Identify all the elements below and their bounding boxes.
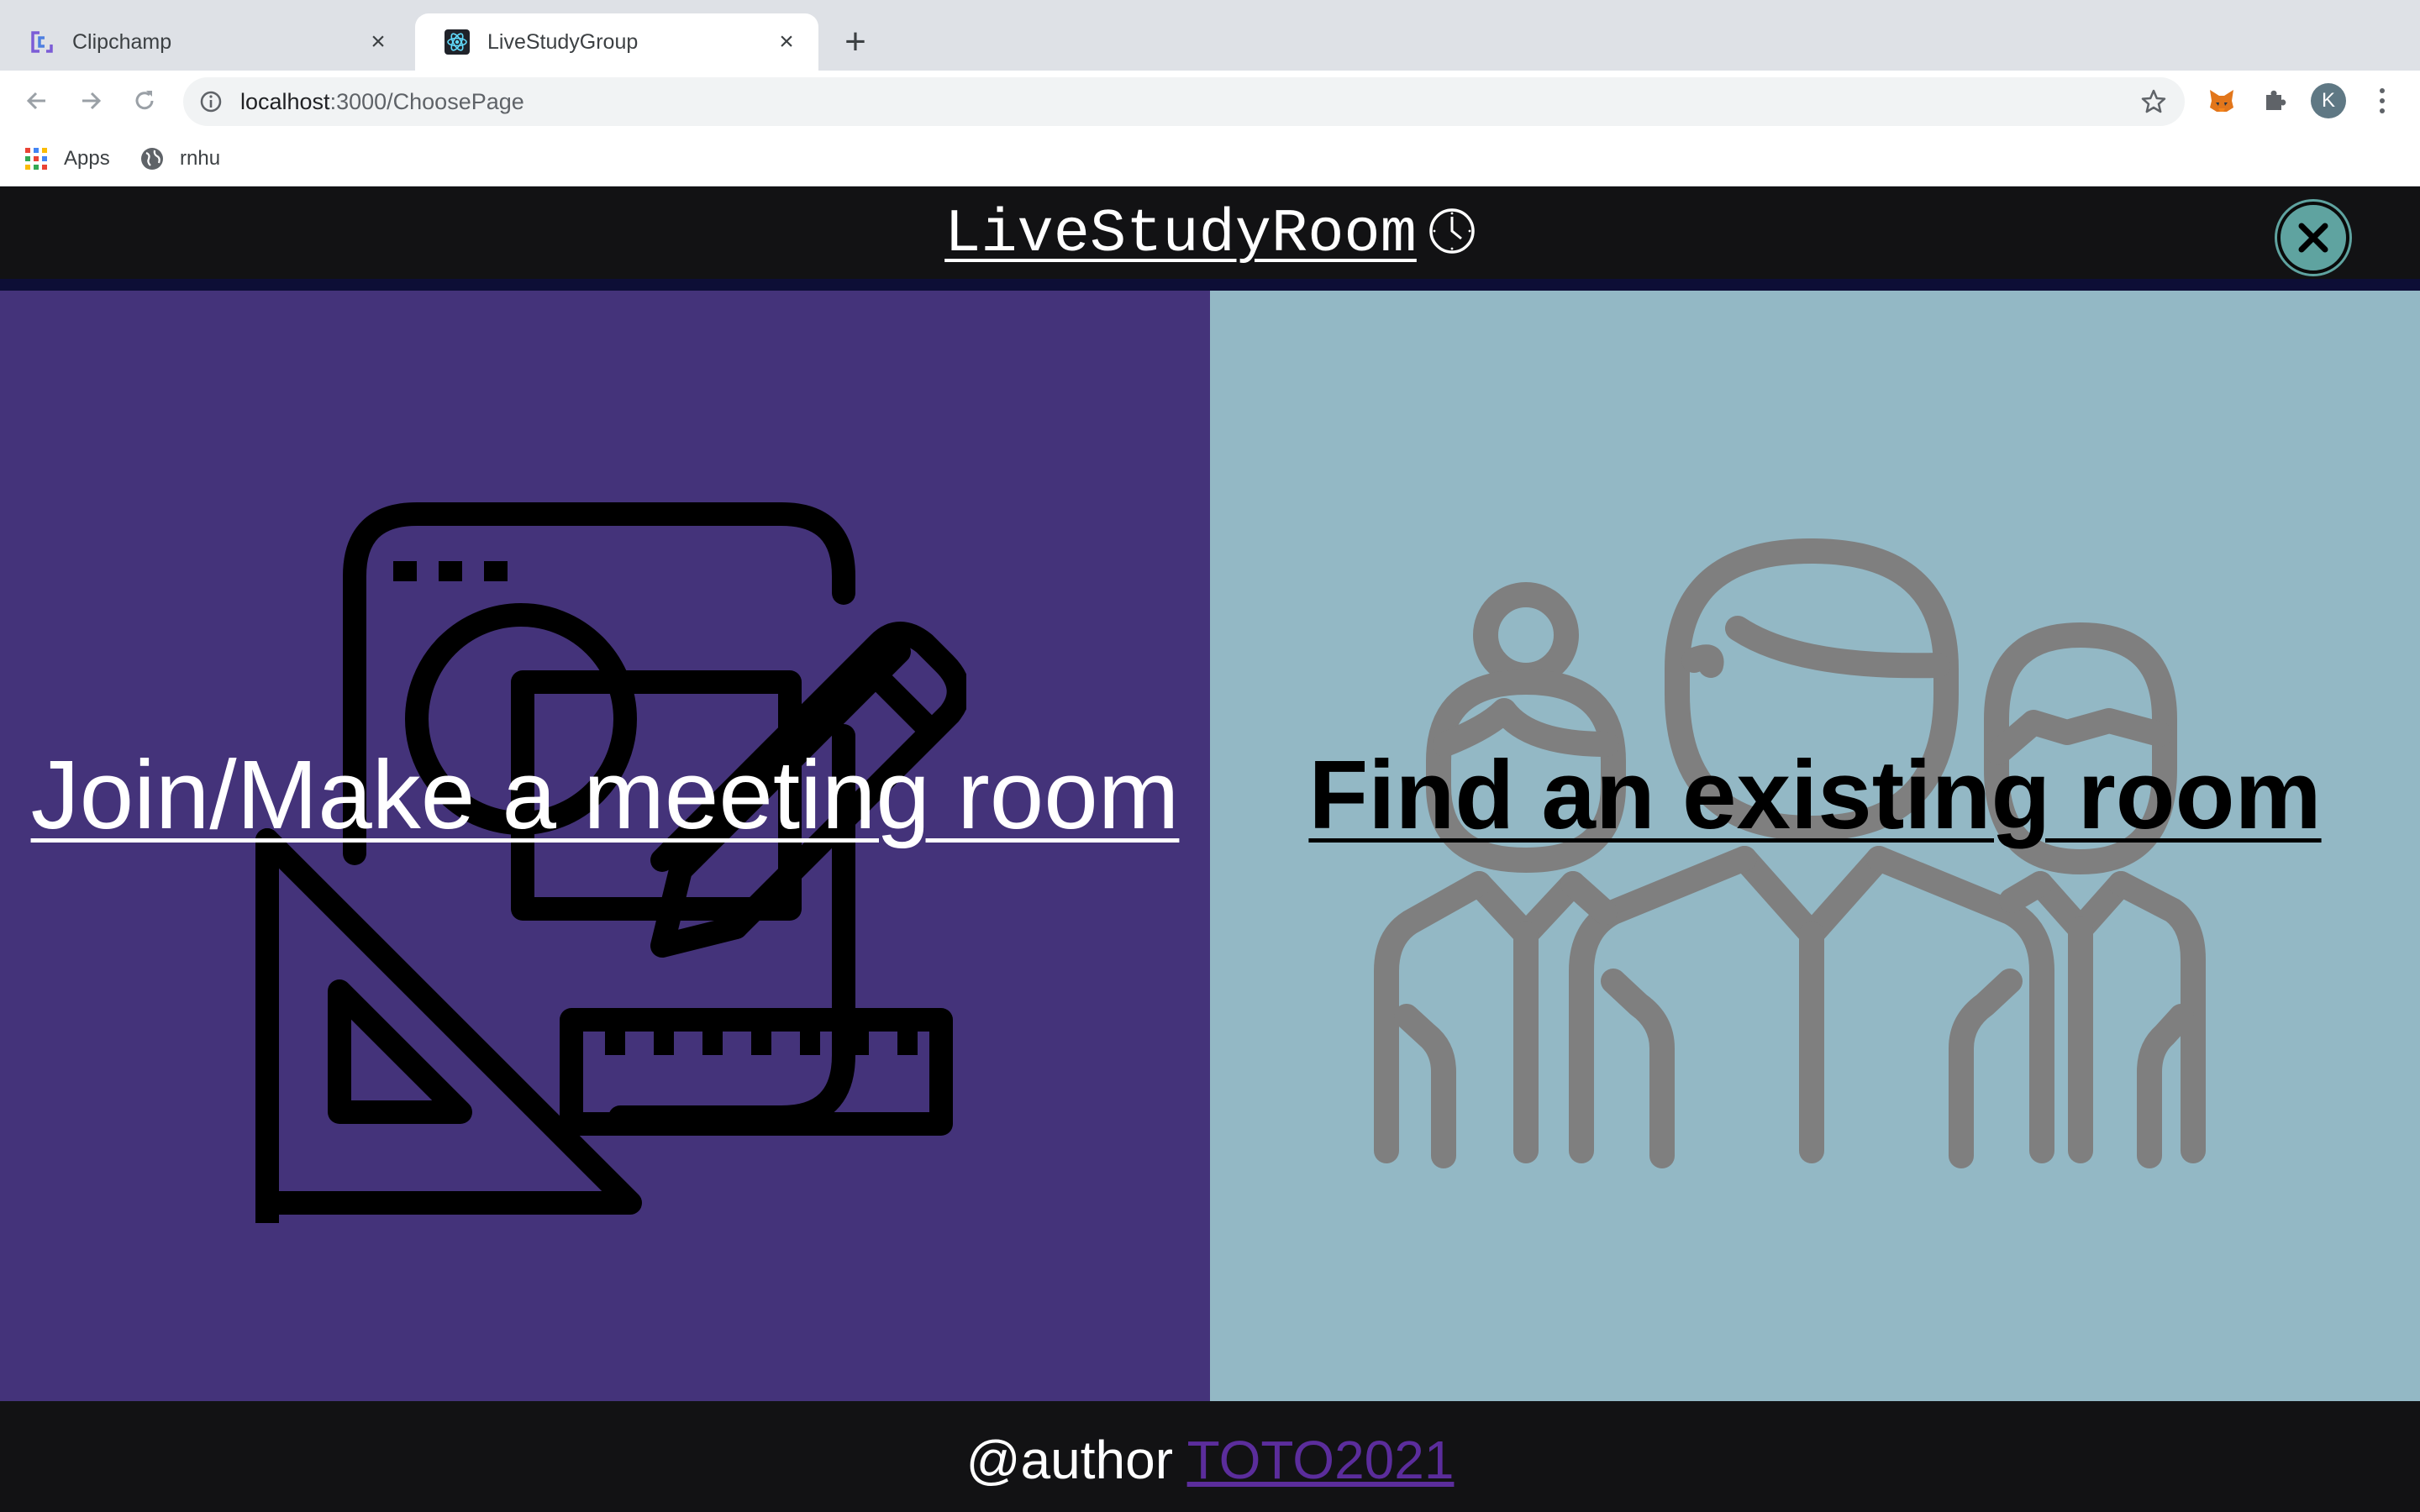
design-tools-icon — [255, 502, 966, 1223]
find-room-panel[interactable]: Find an existing room — [1210, 291, 2420, 1401]
tab-title: LiveStudyGroup — [487, 29, 639, 54]
close-icon — [2298, 223, 2328, 253]
reload-icon[interactable] — [126, 82, 163, 119]
apps-grid-icon — [24, 146, 49, 171]
bookmark-rnhu[interactable]: rnhu — [139, 143, 220, 175]
tab-close-icon[interactable]: × — [365, 29, 392, 55]
bookmark-star-icon[interactable] — [2139, 87, 2168, 116]
bookmarks-bar: Apps rnhu — [0, 131, 2420, 186]
back-icon[interactable] — [18, 82, 55, 119]
tab-clipchamp[interactable]: Clipchamp × — [0, 13, 410, 71]
metamask-icon[interactable] — [2203, 82, 2240, 119]
profile-avatar[interactable]: K — [2311, 83, 2346, 118]
browser-toolbar: localhost:3000/ChoosePage K — [0, 71, 2420, 131]
author-label: @author — [965, 1430, 1173, 1490]
globe-icon — [139, 146, 165, 171]
extensions-puzzle-icon[interactable] — [2255, 82, 2292, 119]
react-icon — [444, 29, 471, 55]
join-make-room-link[interactable]: Join/Make a meeting room — [0, 739, 1210, 850]
find-room-link[interactable]: Find an existing room — [1210, 739, 2420, 850]
forward-icon[interactable] — [72, 82, 109, 119]
page-title[interactable]: LiveStudyRoom — [0, 200, 2420, 269]
clock-icon — [1428, 204, 1476, 254]
tab-title: Clipchamp — [72, 29, 172, 54]
tab-livestudygroup[interactable]: LiveStudyGroup × — [415, 13, 818, 71]
tab-close-icon[interactable]: × — [773, 29, 800, 55]
tab-strip: Clipchamp × LiveStudyGroup × + — [0, 0, 2420, 71]
group-people-icon — [1374, 538, 2206, 1168]
new-tab-icon[interactable]: + — [835, 24, 876, 64]
bookmark-label: rnhu — [180, 147, 221, 170]
join-make-room-panel[interactable]: Join/Make a meeting room — [0, 291, 1210, 1401]
url-text: localhost:3000/ChoosePage — [240, 88, 524, 114]
clipchamp-icon — [29, 29, 55, 55]
bookmark-apps[interactable]: Apps — [24, 143, 110, 175]
author-link[interactable]: TOTO2021 — [1187, 1430, 1455, 1490]
close-button[interactable] — [2277, 202, 2349, 274]
site-info-icon[interactable] — [198, 89, 224, 114]
app-title-text: LiveStudyRoom — [944, 200, 1417, 269]
footer: @author TOTO2021 — [0, 1401, 2420, 1512]
address-bar[interactable]: localhost:3000/ChoosePage — [183, 77, 2185, 126]
app-header: LiveStudyRoom — [0, 186, 2420, 291]
browser-menu-icon[interactable] — [2370, 82, 2395, 119]
bookmark-label: Apps — [64, 147, 110, 170]
